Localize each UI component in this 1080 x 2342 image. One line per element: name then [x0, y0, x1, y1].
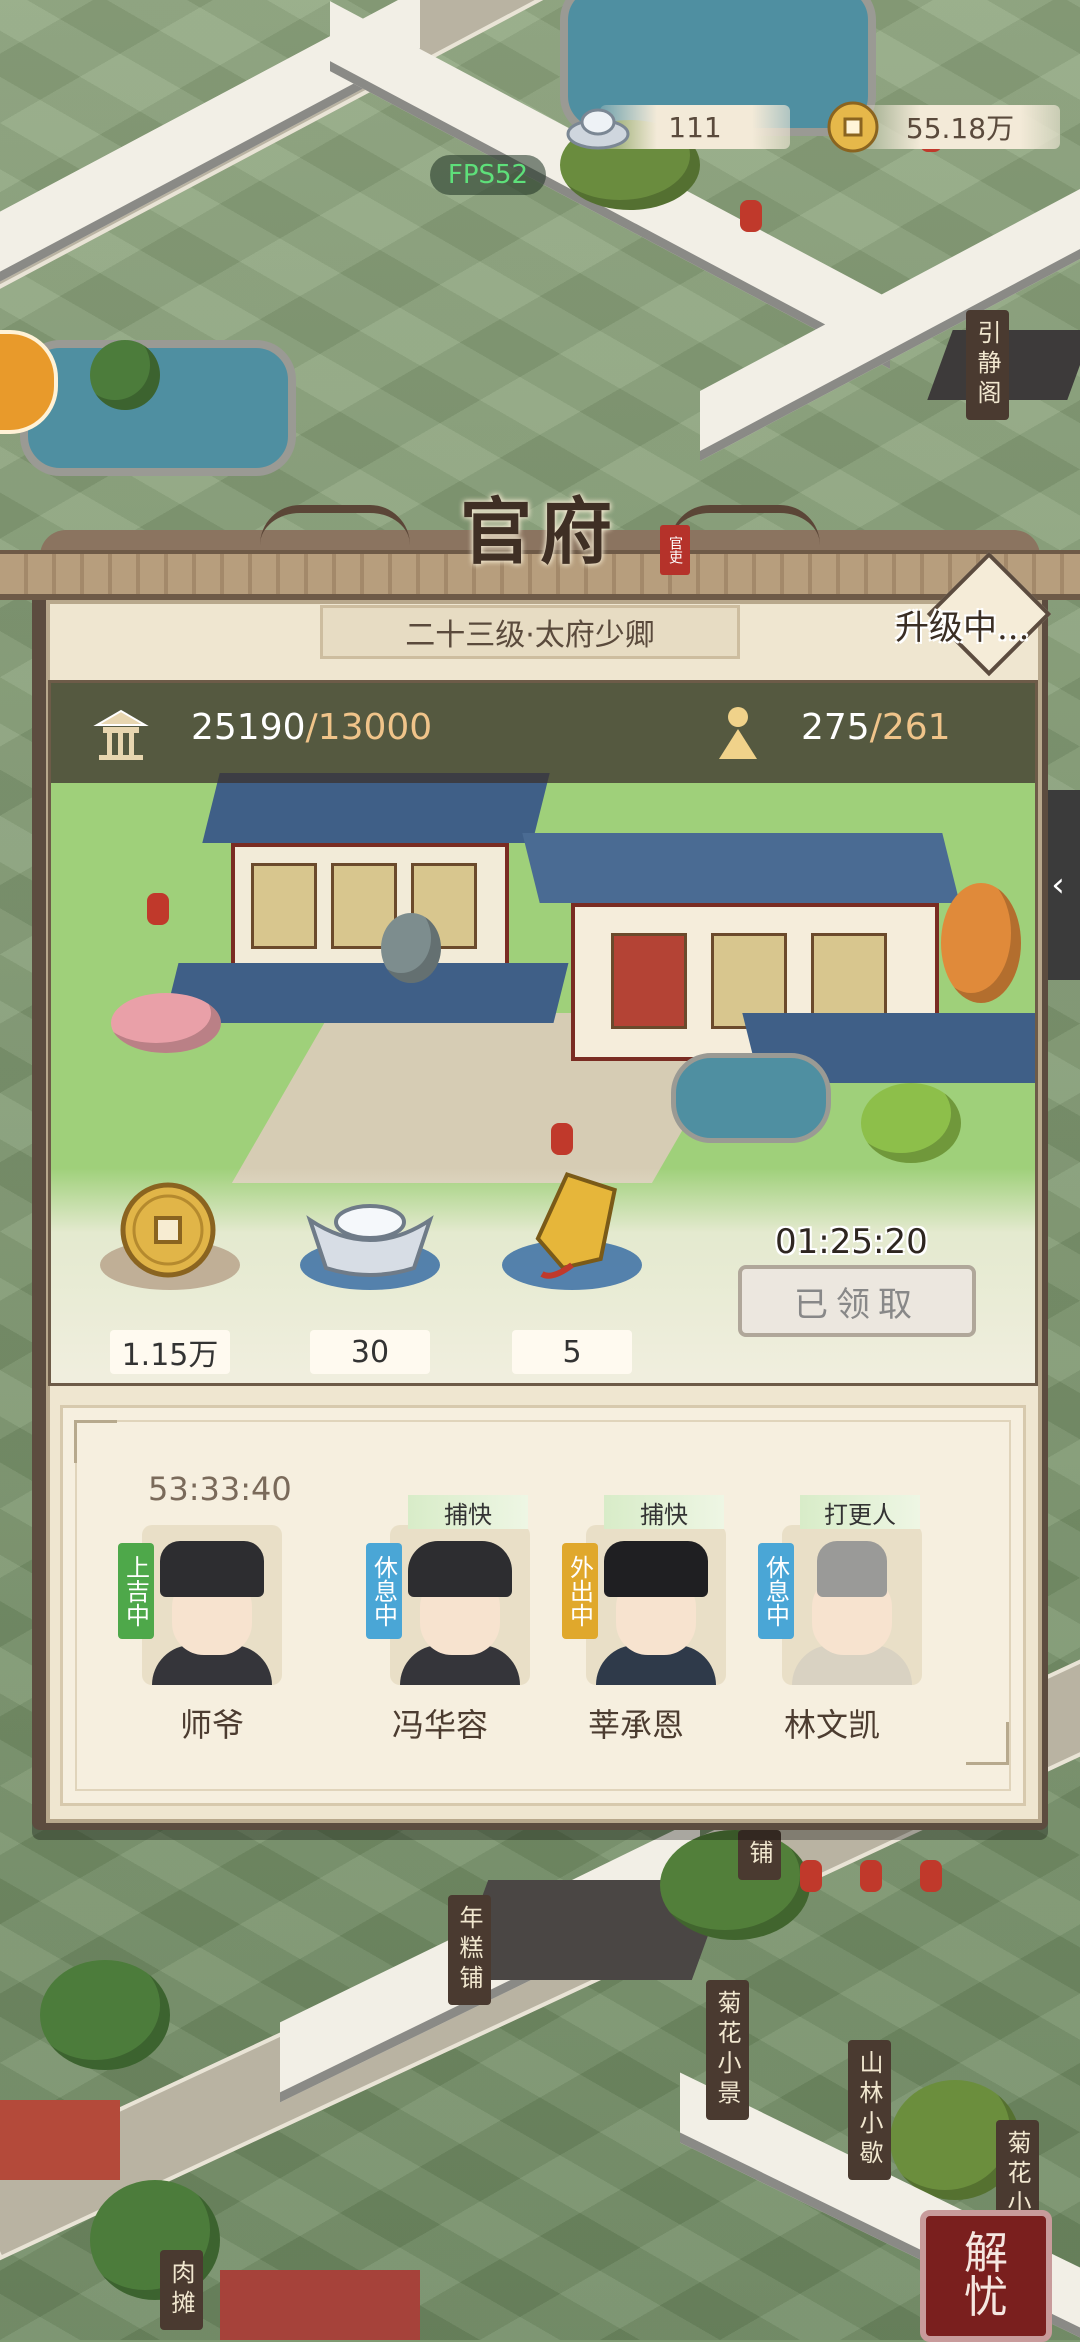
- official-seal: 官吏: [660, 525, 690, 575]
- reward-item-silver[interactable]: 30: [300, 1170, 440, 1380]
- upgrade-status-button[interactable]: 升级中...: [895, 600, 1029, 650]
- staff-name: 林文凯: [783, 1706, 880, 1744]
- coin-counter[interactable]: 55.18万: [860, 105, 1060, 149]
- chevron-left-icon: ‹: [1051, 865, 1065, 905]
- map-sign-juhua[interactable]: 菊花小景: [706, 1980, 749, 2120]
- reward-timer: 01:25:20: [775, 1222, 928, 1262]
- prosperity-max: /13000: [305, 707, 433, 748]
- population-value: 275: [801, 707, 870, 748]
- map-sign-routan[interactable]: 肉摊: [160, 2250, 203, 2330]
- status-badge: 外出中: [562, 1543, 598, 1639]
- staff-card-shiye[interactable]: 上吉中 师爷: [112, 1525, 282, 1744]
- status-badge: 上吉中: [118, 1543, 154, 1639]
- claim-button[interactable]: 已领取: [738, 1265, 976, 1337]
- population-max: /261: [869, 707, 951, 748]
- silver-ingot-icon: [306, 1204, 434, 1277]
- map-sign-pu[interactable]: 铺: [738, 1830, 781, 1880]
- staff-timer: 53:33:40: [148, 1470, 292, 1508]
- coin-amount: 55.18万: [905, 112, 1015, 145]
- map-sign-yinjingge[interactable]: 引静阁: [966, 310, 1009, 420]
- copper-coin-icon: [827, 101, 879, 153]
- gold-token-icon: [535, 1172, 617, 1279]
- reward-item-token[interactable]: 5: [502, 1170, 642, 1380]
- corner-ornament: [966, 1722, 1009, 1765]
- fps-indicator: FPS52: [430, 155, 546, 195]
- corner-ornament: [74, 1420, 117, 1463]
- silver-ingot-icon: [566, 108, 630, 150]
- population-stat: 275/261: [801, 707, 951, 748]
- status-badge: 休息中: [366, 1543, 402, 1639]
- jieyou-button[interactable]: 解 忧: [920, 2210, 1052, 2342]
- staff-card-xinchengen[interactable]: 外出中 捕快 莘承恩: [556, 1495, 726, 1744]
- status-badge: 休息中: [758, 1543, 794, 1639]
- prosperity-value: 25190: [191, 707, 306, 748]
- rank-label: 二十三级·太府少卿: [320, 605, 740, 659]
- staff-card-fenghuarong[interactable]: 休息中 捕快 冯华容: [360, 1495, 530, 1744]
- avatar: [586, 1525, 726, 1685]
- stats-bar: 25190/13000 275/261: [51, 683, 1035, 783]
- role-label: 打更人: [800, 1495, 920, 1529]
- reward-coins-amount: 1.15万: [110, 1330, 230, 1374]
- map-sign-shanlin[interactable]: 山林小歇: [848, 2040, 891, 2180]
- role-label: 捕快: [408, 1495, 528, 1529]
- staff-name: 莘承恩: [587, 1706, 684, 1744]
- role-label: 捕快: [604, 1495, 724, 1529]
- avatar: [390, 1525, 530, 1685]
- avatar: [782, 1525, 922, 1685]
- silver-amount: 111: [668, 110, 722, 144]
- pavilion-icon: [93, 709, 149, 760]
- staff-card-linwenkai[interactable]: 休息中 打更人 林文凯: [752, 1495, 922, 1744]
- reward-item-coins[interactable]: 1.15万: [100, 1170, 240, 1380]
- reward-token-amount: 5: [512, 1330, 632, 1374]
- staff-name: 师爷: [179, 1706, 244, 1744]
- staff-name: 冯华容: [391, 1706, 488, 1744]
- stamp-char-2: 忧: [964, 2272, 1008, 2323]
- avatar: [142, 1525, 282, 1685]
- reward-silver-amount: 30: [310, 1330, 430, 1374]
- stamp-char-1: 解: [964, 2228, 1008, 2279]
- map-sign-niangao[interactable]: 年糕铺: [448, 1895, 491, 2005]
- prosperity-stat: 25190/13000: [191, 707, 432, 748]
- copper-coin-icon: [120, 1182, 216, 1278]
- person-icon: [719, 707, 757, 759]
